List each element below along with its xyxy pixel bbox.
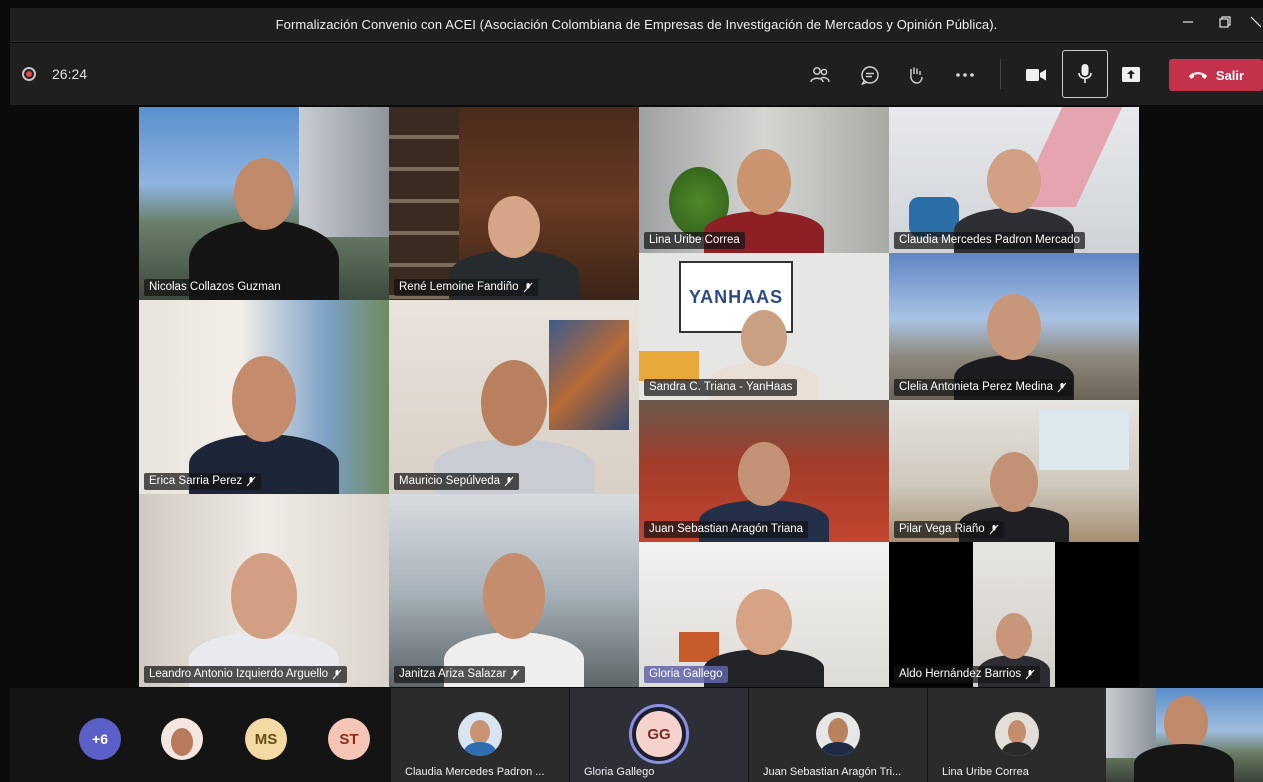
hangup-icon <box>1188 72 1207 79</box>
participant-name: Gloria Gallego <box>644 666 728 683</box>
participant-name: Juan Sebastian Aragón Tri... <box>763 766 902 778</box>
participants-icon[interactable] <box>807 62 833 88</box>
avatar: GG <box>636 711 682 757</box>
avatar[interactable]: ST <box>328 718 370 760</box>
video-tile[interactable]: Claudia Mercedes Padron Mercado <box>889 107 1139 253</box>
participant-name: Lina Uribe Correa <box>942 766 1029 778</box>
share-icon[interactable] <box>1118 62 1144 88</box>
teams-meeting-window: Formalización Convenio con ACEI (Asociac… <box>0 0 1263 782</box>
strip-participant-card[interactable]: Juan Sebastian Aragón Tri... <box>749 688 927 782</box>
mic-off-icon <box>1025 669 1035 679</box>
video-tile[interactable]: Pilar Vega Riaño <box>889 400 1139 542</box>
video-tile[interactable]: Erica Sarria Perez <box>139 300 389 494</box>
participant-name: Mauricio Sepúlveda <box>394 473 520 490</box>
avatar[interactable]: MS <box>245 718 287 760</box>
mic-off-icon <box>1057 382 1067 392</box>
mic-off-icon <box>523 282 532 292</box>
mic-off-icon <box>511 669 520 679</box>
camera-icon[interactable] <box>1023 62 1049 88</box>
avatar <box>458 712 502 756</box>
meeting-toolbar: 26:24 Salir <box>10 43 1263 105</box>
mic-off-icon <box>246 476 256 486</box>
participant-name: René Lemoine Fandiño <box>394 279 538 296</box>
strip-participant-card[interactable]: GG Gloria Gallego <box>570 688 748 782</box>
title-bar: Formalización Convenio con ACEI (Asociac… <box>10 8 1263 42</box>
video-tile[interactable]: YANHAAS Sandra C. Triana - YanHaas <box>639 253 889 400</box>
meeting-title: Formalización Convenio con ACEI (Asociac… <box>275 17 998 32</box>
video-grid: Nicolas Collazos Guzman René Lemoine Fan… <box>139 107 1139 687</box>
participant-name: Gloria Gallego <box>584 766 655 778</box>
video-tile[interactable]: Janitza Ariza Salazar <box>389 494 639 687</box>
participant-name: Lina Uribe Correa <box>644 232 745 249</box>
strip-participant-card[interactable]: Claudia Mercedes Padron ... <box>391 688 569 782</box>
mic-off-icon <box>332 669 342 679</box>
minimize-icon[interactable] <box>1175 12 1201 38</box>
avatar <box>995 712 1039 756</box>
video-tile[interactable]: Nicolas Collazos Guzman <box>139 107 389 300</box>
video-tile[interactable]: Leandro Antonio Izquierdo Arguello <box>139 494 389 687</box>
video-tile[interactable]: Aldo Hernández Barrios <box>889 542 1139 687</box>
video-tile[interactable]: Clelia Antonieta Perez Medina <box>889 253 1139 400</box>
video-tile[interactable]: Lina Uribe Correa <box>639 107 889 253</box>
avatar <box>816 712 860 756</box>
overflow-participants-button[interactable]: +6 <box>79 718 121 760</box>
recording-icon <box>22 67 36 81</box>
meeting-timer: 26:24 <box>52 66 88 82</box>
restore-icon[interactable] <box>1212 12 1238 38</box>
strip-participant-card[interactable]: Lina Uribe Correa <box>928 688 1106 782</box>
toolbar-divider <box>1000 59 1001 89</box>
participant-name: Erica Sarria Perez <box>144 473 262 490</box>
participant-name: Nicolas Collazos Guzman <box>144 279 286 296</box>
raise-hand-icon[interactable] <box>903 62 929 88</box>
close-icon[interactable] <box>1246 12 1263 38</box>
participant-name: Claudia Mercedes Padron ... <box>405 766 545 778</box>
video-tile[interactable]: Gloria Gallego <box>639 542 889 687</box>
video-tile[interactable]: Juan Sebastian Aragón Triana <box>639 400 889 542</box>
leave-button[interactable]: Salir <box>1169 59 1263 91</box>
speaking-ring: GG <box>629 704 689 764</box>
chat-icon[interactable] <box>857 62 883 88</box>
mic-off-icon <box>989 524 999 534</box>
participant-name: Clelia Antonieta Perez Medina <box>894 379 1073 396</box>
participant-name: Aldo Hernández Barrios <box>894 666 1041 683</box>
participant-name: Janitza Ariza Salazar <box>394 666 526 683</box>
leave-label: Salir <box>1215 67 1245 83</box>
participant-name: Claudia Mercedes Padron Mercado <box>894 232 1085 249</box>
participant-name: Leandro Antonio Izquierdo Arguello <box>144 666 348 683</box>
participant-strip: +6 MS ST Claudia Mercedes Padron ... GG … <box>10 688 1263 782</box>
video-tile[interactable]: Mauricio Sepúlveda <box>389 300 639 494</box>
video-tile[interactable]: René Lemoine Fandiño <box>389 107 639 300</box>
avatar[interactable] <box>161 718 203 760</box>
participant-name: Pilar Vega Riaño <box>894 521 1004 538</box>
self-view-video[interactable] <box>1106 688 1263 782</box>
participant-name: Juan Sebastian Aragón Triana <box>644 521 809 538</box>
mic-button[interactable] <box>1062 50 1108 98</box>
mic-off-icon <box>504 476 514 486</box>
more-icon[interactable] <box>952 62 978 88</box>
participant-name: Sandra C. Triana - YanHaas <box>644 379 798 396</box>
mic-icon <box>1078 64 1092 83</box>
